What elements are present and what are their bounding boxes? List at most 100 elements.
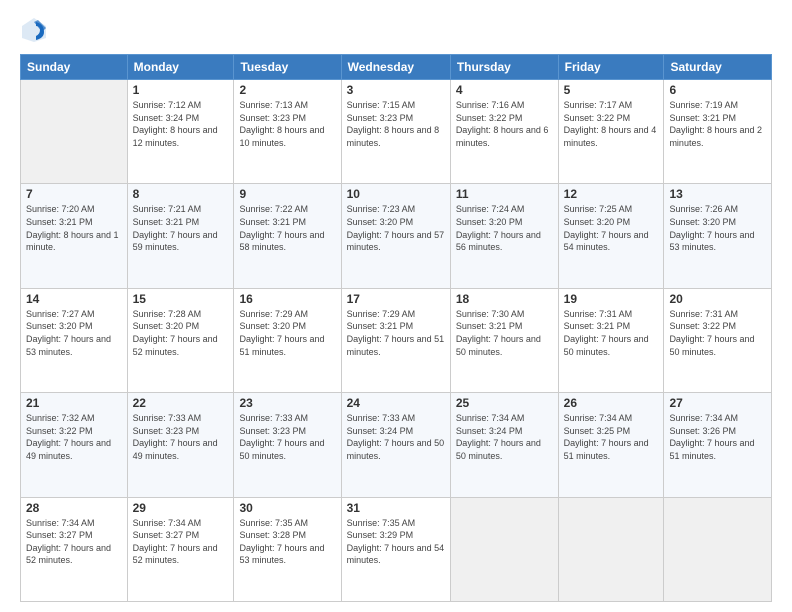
day-number: 8 xyxy=(133,187,229,201)
day-info: Sunrise: 7:34 AMSunset: 3:27 PMDaylight:… xyxy=(26,517,122,567)
day-cell: 30Sunrise: 7:35 AMSunset: 3:28 PMDayligh… xyxy=(234,497,341,601)
day-info: Sunrise: 7:13 AMSunset: 3:23 PMDaylight:… xyxy=(239,99,335,149)
day-cell: 31 Sunrise: 7:35 AMSunset: 3:29 PMDayligh… xyxy=(341,497,450,601)
day-cell: 27 Sunrise: 7:34 AMSunset: 3:26 PMDayligh… xyxy=(664,393,772,497)
day-info: Sunrise: 7:34 AMSunset: 3:26 PMDaylight:… xyxy=(669,412,766,462)
day-cell: 7 Sunrise: 7:20 AMSunset: 3:21 PMDaylight… xyxy=(21,184,128,288)
day-cell: 28 Sunrise: 7:34 AMSunset: 3:27 PMDayligh… xyxy=(21,497,128,601)
day-info: Sunrise: 7:30 AMSunset: 3:21 PMDaylight:… xyxy=(456,308,553,358)
day-info: Sunrise: 7:35 AMSunset: 3:29 PMDaylight:… xyxy=(347,517,445,567)
day-number: 9 xyxy=(239,187,335,201)
day-number: 4 xyxy=(456,83,553,97)
week-row-0: 1Sunrise: 7:12 AMSunset: 3:24 PMDaylight… xyxy=(21,80,772,184)
day-number: 30 xyxy=(239,501,335,515)
day-cell: 12 Sunrise: 7:25 AMSunset: 3:20 PMDayligh… xyxy=(558,184,664,288)
day-number: 14 xyxy=(26,292,122,306)
day-cell: 23 Sunrise: 7:33 AMSunset: 3:23 PMDayligh… xyxy=(234,393,341,497)
day-info: Sunrise: 7:25 AMSunset: 3:20 PMDaylight:… xyxy=(564,203,659,253)
day-number: 19 xyxy=(564,292,659,306)
day-info: Sunrise: 7:19 AMSunset: 3:21 PMDaylight:… xyxy=(669,99,766,149)
logo xyxy=(20,16,52,44)
day-cell: 19 Sunrise: 7:31 AMSunset: 3:21 PMDayligh… xyxy=(558,288,664,392)
day-cell xyxy=(664,497,772,601)
day-cell: 2 Sunrise: 7:13 AMSunset: 3:23 PMDaylight… xyxy=(234,80,341,184)
day-cell: 17 Sunrise: 7:29 AMSunset: 3:21 PMDayligh… xyxy=(341,288,450,392)
day-info: Sunrise: 7:22 AMSunset: 3:21 PMDaylight:… xyxy=(239,203,335,253)
day-number: 25 xyxy=(456,396,553,410)
day-cell: 5 Sunrise: 7:17 AMSunset: 3:22 PMDaylight… xyxy=(558,80,664,184)
day-info: Sunrise: 7:34 AMSunset: 3:27 PMDaylight:… xyxy=(133,517,229,567)
day-cell: 3Sunrise: 7:15 AMSunset: 3:23 PMDaylight… xyxy=(341,80,450,184)
weekday-header-tuesday: Tuesday xyxy=(234,55,341,80)
day-number: 16 xyxy=(239,292,335,306)
logo-icon xyxy=(20,16,48,44)
day-number: 12 xyxy=(564,187,659,201)
day-info: Sunrise: 7:33 AMSunset: 3:23 PMDaylight:… xyxy=(133,412,229,462)
day-info: Sunrise: 7:33 AMSunset: 3:23 PMDaylight:… xyxy=(239,412,335,462)
day-number: 29 xyxy=(133,501,229,515)
weekday-header-friday: Friday xyxy=(558,55,664,80)
day-cell: 16 Sunrise: 7:29 AMSunset: 3:20 PMDayligh… xyxy=(234,288,341,392)
day-number: 11 xyxy=(456,187,553,201)
weekday-header-sunday: Sunday xyxy=(21,55,128,80)
day-cell xyxy=(21,80,128,184)
day-info: Sunrise: 7:32 AMSunset: 3:22 PMDaylight:… xyxy=(26,412,122,462)
day-cell: 13 Sunrise: 7:26 AMSunset: 3:20 PMDayligh… xyxy=(664,184,772,288)
day-cell: 14Sunrise: 7:27 AMSunset: 3:20 PMDayligh… xyxy=(21,288,128,392)
day-info: Sunrise: 7:23 AMSunset: 3:20 PMDaylight:… xyxy=(347,203,445,253)
day-number: 15 xyxy=(133,292,229,306)
day-cell: 1Sunrise: 7:12 AMSunset: 3:24 PMDaylight… xyxy=(127,80,234,184)
weekday-header-monday: Monday xyxy=(127,55,234,80)
week-row-4: 28 Sunrise: 7:34 AMSunset: 3:27 PMDayligh… xyxy=(21,497,772,601)
day-number: 5 xyxy=(564,83,659,97)
day-cell: 24Sunrise: 7:33 AMSunset: 3:24 PMDayligh… xyxy=(341,393,450,497)
day-info: Sunrise: 7:20 AMSunset: 3:21 PMDaylight:… xyxy=(26,203,122,253)
day-cell: 29 Sunrise: 7:34 AMSunset: 3:27 PMDayligh… xyxy=(127,497,234,601)
day-info: Sunrise: 7:29 AMSunset: 3:20 PMDaylight:… xyxy=(239,308,335,358)
day-cell: 11 Sunrise: 7:24 AMSunset: 3:20 PMDayligh… xyxy=(450,184,558,288)
day-number: 18 xyxy=(456,292,553,306)
day-cell xyxy=(450,497,558,601)
weekday-header-saturday: Saturday xyxy=(664,55,772,80)
day-number: 13 xyxy=(669,187,766,201)
day-info: Sunrise: 7:17 AMSunset: 3:22 PMDaylight:… xyxy=(564,99,659,149)
day-info: Sunrise: 7:34 AMSunset: 3:25 PMDaylight:… xyxy=(564,412,659,462)
day-number: 23 xyxy=(239,396,335,410)
day-cell: 9 Sunrise: 7:22 AMSunset: 3:21 PMDaylight… xyxy=(234,184,341,288)
day-number: 20 xyxy=(669,292,766,306)
day-number: 17 xyxy=(347,292,445,306)
day-number: 2 xyxy=(239,83,335,97)
week-row-1: 7 Sunrise: 7:20 AMSunset: 3:21 PMDaylight… xyxy=(21,184,772,288)
day-info: Sunrise: 7:34 AMSunset: 3:24 PMDaylight:… xyxy=(456,412,553,462)
day-cell: 18 Sunrise: 7:30 AMSunset: 3:21 PMDayligh… xyxy=(450,288,558,392)
day-number: 26 xyxy=(564,396,659,410)
day-number: 27 xyxy=(669,396,766,410)
day-number: 3 xyxy=(347,83,445,97)
day-info: Sunrise: 7:26 AMSunset: 3:20 PMDaylight:… xyxy=(669,203,766,253)
day-info: Sunrise: 7:16 AMSunset: 3:22 PMDaylight:… xyxy=(456,99,553,149)
day-number: 31 xyxy=(347,501,445,515)
day-info: Sunrise: 7:31 AMSunset: 3:22 PMDaylight:… xyxy=(669,308,766,358)
day-number: 24 xyxy=(347,396,445,410)
calendar-header: SundayMondayTuesdayWednesdayThursdayFrid… xyxy=(21,55,772,80)
day-cell: 15Sunrise: 7:28 AMSunset: 3:20 PMDayligh… xyxy=(127,288,234,392)
day-number: 21 xyxy=(26,396,122,410)
week-row-2: 14Sunrise: 7:27 AMSunset: 3:20 PMDayligh… xyxy=(21,288,772,392)
page: SundayMondayTuesdayWednesdayThursdayFrid… xyxy=(0,0,792,612)
week-row-3: 21 Sunrise: 7:32 AMSunset: 3:22 PMDayligh… xyxy=(21,393,772,497)
day-number: 28 xyxy=(26,501,122,515)
day-number: 7 xyxy=(26,187,122,201)
day-info: Sunrise: 7:29 AMSunset: 3:21 PMDaylight:… xyxy=(347,308,445,358)
day-cell: 25 Sunrise: 7:34 AMSunset: 3:24 PMDayligh… xyxy=(450,393,558,497)
day-cell: 8 Sunrise: 7:21 AMSunset: 3:21 PMDaylight… xyxy=(127,184,234,288)
day-cell: 10Sunrise: 7:23 AMSunset: 3:20 PMDayligh… xyxy=(341,184,450,288)
day-info: Sunrise: 7:21 AMSunset: 3:21 PMDaylight:… xyxy=(133,203,229,253)
day-number: 1 xyxy=(133,83,229,97)
day-cell: 21 Sunrise: 7:32 AMSunset: 3:22 PMDayligh… xyxy=(21,393,128,497)
day-cell xyxy=(558,497,664,601)
day-info: Sunrise: 7:31 AMSunset: 3:21 PMDaylight:… xyxy=(564,308,659,358)
day-cell: 26 Sunrise: 7:34 AMSunset: 3:25 PMDayligh… xyxy=(558,393,664,497)
weekday-row: SundayMondayTuesdayWednesdayThursdayFrid… xyxy=(21,55,772,80)
day-info: Sunrise: 7:24 AMSunset: 3:20 PMDaylight:… xyxy=(456,203,553,253)
header xyxy=(20,16,772,44)
